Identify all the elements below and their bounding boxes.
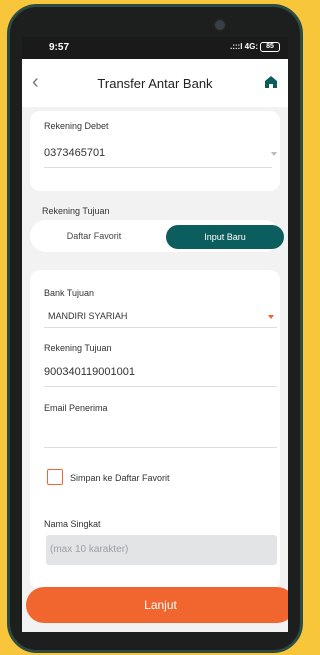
debit-account[interactable]: 0373465701 xyxy=(44,147,105,159)
battery-icon: 85 xyxy=(260,42,280,52)
tab-daftar-favorit[interactable]: Daftar Favorit xyxy=(30,220,158,252)
chevron-down-icon[interactable] xyxy=(268,315,274,319)
chevron-down-icon[interactable] xyxy=(271,152,277,156)
tujuan-section-label: Rekening Tujuan xyxy=(42,206,110,216)
camera-icon xyxy=(213,18,227,32)
divider xyxy=(44,167,272,168)
divider xyxy=(44,386,277,387)
short-name-input[interactable]: (max 10 karakter) xyxy=(46,535,277,565)
email-label: Email Penerima xyxy=(44,403,108,413)
page-title: Transfer Antar Bank xyxy=(97,76,213,91)
divider xyxy=(44,327,277,328)
save-favorite-checkbox[interactable] xyxy=(47,469,63,485)
debit-card: Rekening Debet 0373465701 xyxy=(30,111,280,191)
debit-label: Rekening Debet xyxy=(44,121,109,131)
status-time: 9:57 xyxy=(49,42,70,53)
bank-select[interactable]: MANDIRI SYARIAH xyxy=(48,311,127,321)
screen: 9:57 .:::l 4G: 85 ‹ Transfer Antar Bank … xyxy=(22,37,288,632)
account-input[interactable]: 900340119001001 xyxy=(44,366,135,378)
home-icon[interactable] xyxy=(264,75,278,89)
bank-label: Bank Tujuan xyxy=(44,288,95,298)
status-bar: 9:57 .:::l 4G: 85 xyxy=(22,37,288,59)
app-header: ‹ Transfer Antar Bank xyxy=(22,59,288,107)
save-favorite-label: Simpan ke Daftar Favorit xyxy=(70,473,170,483)
account-label: Rekening Tujuan xyxy=(44,343,112,353)
lanjut-button[interactable]: Lanjut xyxy=(26,587,288,623)
signal-indicator: .:::l 4G: xyxy=(230,42,258,51)
short-name-label: Nama Singkat xyxy=(44,519,101,529)
destination-toggle: Daftar Favorit Input Baru xyxy=(30,220,284,252)
divider xyxy=(44,447,277,448)
tab-input-baru[interactable]: Input Baru xyxy=(166,225,284,249)
